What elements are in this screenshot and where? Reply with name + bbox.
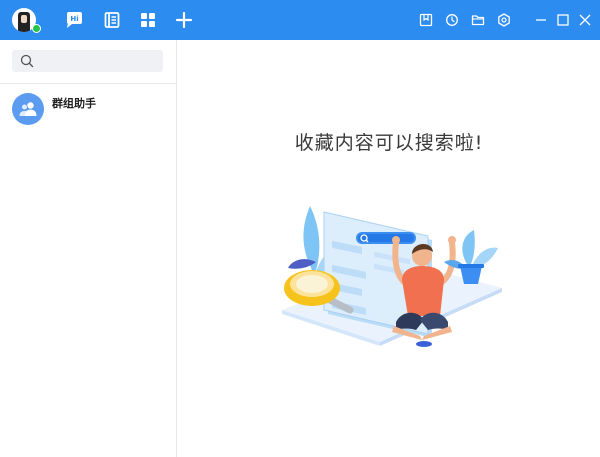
list-item-label: 群组助手	[52, 97, 96, 110]
notebook-icon[interactable]	[102, 10, 122, 30]
search-box[interactable]	[12, 50, 163, 72]
history-icon[interactable]	[445, 13, 459, 27]
floating-search-bar-illustration	[356, 232, 416, 244]
sidebar-divider	[0, 83, 177, 84]
sidebar: 群组助手	[0, 40, 177, 457]
plus-icon[interactable]	[174, 10, 194, 30]
svg-text:Hi: Hi	[70, 15, 78, 23]
minimize-icon[interactable]	[534, 13, 548, 27]
chat-bubble-icon[interactable]: Hi	[64, 10, 84, 30]
apps-grid-icon[interactable]	[138, 10, 158, 30]
avatar-face	[21, 15, 27, 23]
maximize-icon[interactable]	[556, 13, 570, 27]
bookmark-icon[interactable]	[419, 13, 433, 27]
gear-icon[interactable]	[497, 13, 511, 27]
titlebar: Hi	[0, 0, 600, 40]
online-status-dot	[32, 24, 41, 33]
group-users-icon	[19, 102, 37, 116]
empty-state-title: 收藏内容可以搜索啦!	[294, 132, 484, 154]
empty-state-illustration	[282, 206, 502, 347]
folder-icon[interactable]	[471, 13, 485, 27]
search-input[interactable]	[38, 52, 158, 70]
group-avatar	[12, 93, 44, 125]
close-icon[interactable]	[578, 13, 592, 27]
main-panel: 收藏内容可以搜索啦!	[178, 40, 600, 457]
list-item-group-assistant[interactable]: 群组助手	[0, 90, 177, 130]
search-icon	[20, 54, 34, 68]
